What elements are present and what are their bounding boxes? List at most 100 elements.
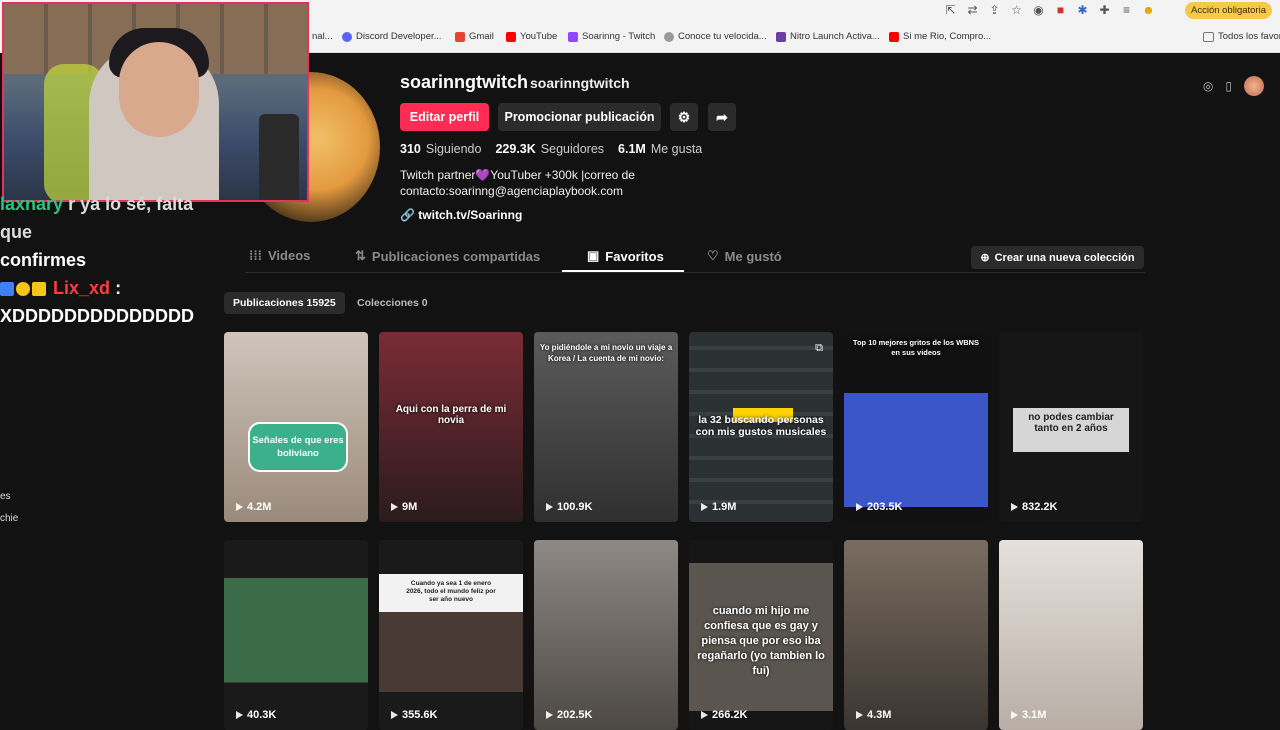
heart-icon: ♡ xyxy=(707,248,719,263)
following-stat[interactable]: 310 Siguiendo xyxy=(400,142,481,156)
extension-icon[interactable]: ◉ xyxy=(1032,3,1045,17)
sidebar-fragment-1: es xyxy=(0,491,11,502)
view-count: 832.2K xyxy=(1011,501,1057,513)
likes-stat: 6.1M Me gusta xyxy=(618,142,703,156)
video-caption: Yo pidiéndole a mi novio un viaje a Kore… xyxy=(539,343,673,363)
link-icon: 🔗 xyxy=(400,208,415,222)
plus-circle-icon: ⊕ xyxy=(980,252,990,264)
bookmark-speedtest[interactable]: Conoce tu velocida... xyxy=(664,31,767,42)
view-count: 100.9K xyxy=(546,501,592,513)
webcam-person-head xyxy=(119,42,199,137)
view-count: 3.1M xyxy=(1011,709,1046,721)
chat-username-fragment: laxnary xyxy=(0,194,64,214)
multi-image-icon: ⧉ xyxy=(815,342,823,354)
gmail-icon xyxy=(455,31,465,42)
profile-handle: soarinngtwitch xyxy=(530,75,630,91)
tab-liked[interactable]: ♡ Me gustó xyxy=(707,248,782,264)
user-avatar[interactable] xyxy=(1244,76,1264,96)
share-icon[interactable]: ⇪ xyxy=(988,3,1001,17)
video-caption: Top 10 mejores gritos de los WBNS en sus… xyxy=(852,338,980,357)
play-icon xyxy=(856,711,863,719)
chat-message-1-cont: confirmes xyxy=(0,250,87,270)
view-count: 355.6K xyxy=(391,709,437,721)
video-card[interactable]: Señales de que eres boliviano 4.2M xyxy=(224,332,368,522)
video-card[interactable]: Cuando ya sea 1 de enero 2026, todo el m… xyxy=(379,540,523,730)
play-icon xyxy=(546,711,553,719)
badge-icon xyxy=(0,282,14,297)
tab-favorites[interactable]: ▣ Favoritos xyxy=(587,248,664,264)
subtab-collections[interactable]: Colecciones 0 xyxy=(348,292,437,314)
badge-number-icon xyxy=(16,282,30,297)
play-icon xyxy=(236,711,243,719)
view-count: 266.2K xyxy=(701,709,747,721)
profile-icon[interactable]: ☻ xyxy=(1142,3,1155,17)
video-card[interactable]: no podes cambiar tanto en 2 años 832.2K xyxy=(999,332,1143,522)
media-icon[interactable]: ≡ xyxy=(1120,3,1133,17)
chat-username-2: Lix_xd xyxy=(53,278,111,298)
play-icon xyxy=(1011,503,1018,511)
profile-username: soarinngtwitch xyxy=(400,72,529,92)
tab-videos[interactable]: ⁞⁞⁞ Videos xyxy=(249,248,310,263)
view-count: 4.2M xyxy=(236,501,271,513)
webcam-microphone xyxy=(259,114,299,200)
star-icon[interactable]: ☆ xyxy=(1010,3,1023,17)
twitch-icon xyxy=(568,31,578,42)
action-required-button[interactable]: Acción obligatoria xyxy=(1185,2,1272,19)
grid-icon: ⁞⁞⁞ xyxy=(249,248,262,263)
video-card[interactable]: Yo pidiéndole a mi novio un viaje a Kore… xyxy=(534,332,678,522)
video-card[interactable]: la 32 buscando personas con mis gustos m… xyxy=(689,332,833,522)
edit-profile-button[interactable]: Editar perfil xyxy=(400,103,489,131)
profile-link[interactable]: 🔗 twitch.tv/Soarinng xyxy=(400,208,522,222)
extension-blue-icon[interactable]: ✱ xyxy=(1076,3,1089,17)
puzzle-icon[interactable]: ✚ xyxy=(1098,3,1111,17)
stream-chat-overlay: laxnary r ya lo sé, falta que confirmes … xyxy=(0,190,230,330)
video-card[interactable]: Top 10 mejores gritos de los WBNS en sus… xyxy=(844,332,988,522)
mobile-icon[interactable]: ▯ xyxy=(1225,79,1232,93)
followers-stat[interactable]: 229.3K Seguidores xyxy=(495,142,604,156)
repost-icon: ⇅ xyxy=(355,248,366,263)
bookmark-all-favorites[interactable]: Todos los favori xyxy=(1203,31,1280,42)
video-caption: no podes cambiar tanto en 2 años xyxy=(1013,408,1129,452)
tab-reposts[interactable]: ⇅ Publicaciones compartidas xyxy=(355,248,540,264)
play-icon xyxy=(701,711,708,719)
youtube-icon xyxy=(889,31,899,42)
bookmark-youtube[interactable]: YouTube xyxy=(506,31,557,42)
video-caption: cuando mi hijo me confiesa que es gay y … xyxy=(697,605,825,677)
video-card[interactable]: 3.1M xyxy=(999,540,1143,730)
install-icon[interactable]: ⇱ xyxy=(944,3,957,17)
view-count: 40.3K xyxy=(236,709,276,721)
promote-post-button[interactable]: Promocionar publicación xyxy=(498,103,661,131)
bookmark-twitch[interactable]: Soarinng - Twitch xyxy=(568,31,655,42)
video-caption: Aqui con la perra de mi novia xyxy=(395,404,507,426)
view-count: 203.5K xyxy=(856,501,902,513)
video-card[interactable]: cuando mi hijo me confiesa que es gay y … xyxy=(689,540,833,730)
chat-line-2: Lix_xd : xyxy=(0,274,230,302)
video-card[interactable]: 4.3M xyxy=(844,540,988,730)
profile-stats: 310 Siguiendo 229.3K Seguidores 6.1M Me gus… xyxy=(400,142,702,156)
video-card[interactable]: Aqui con la perra de mi novia 9M xyxy=(379,332,523,522)
play-icon xyxy=(856,503,863,511)
extension-red-icon[interactable]: ■ xyxy=(1054,3,1067,17)
share-profile-icon[interactable]: ➦ xyxy=(708,103,736,131)
view-count: 202.5K xyxy=(546,709,592,721)
active-tab-indicator xyxy=(562,270,684,272)
bookmark-youtube-2[interactable]: Si me Rio, Compro... xyxy=(889,31,991,42)
video-card[interactable]: 202.5K xyxy=(534,540,678,730)
video-caption: la 32 buscando personas con mis gustos m… xyxy=(695,414,827,438)
bookmark-nitro[interactable]: Nitro Launch Activa... xyxy=(776,31,880,42)
play-icon xyxy=(546,503,553,511)
compass-icon[interactable]: ◎ xyxy=(1203,79,1213,93)
bookmark-gmail[interactable]: Gmail xyxy=(455,31,494,42)
browser-toolbar-icons: ⇱ ⇄ ⇪ ☆ ◉ ■ ✱ ✚ ≡ ☻ xyxy=(944,3,1155,17)
new-collection-button[interactable]: ⊕ Crear una nueva colección xyxy=(971,246,1144,269)
translate-icon[interactable]: ⇄ xyxy=(966,3,979,17)
video-card[interactable]: 40.3K xyxy=(224,540,368,730)
top-right-controls: ◎ ▯ xyxy=(1203,76,1264,96)
settings-gear-icon[interactable]: ⚙ xyxy=(670,103,698,131)
bookmark-discord[interactable]: Discord Developer... xyxy=(342,31,442,42)
play-icon xyxy=(391,711,398,719)
subtab-posts[interactable]: Publicaciones 15925 xyxy=(224,292,345,314)
play-icon xyxy=(391,503,398,511)
bookmark-item[interactable]: nal... xyxy=(312,31,333,42)
bookmark-icon: ▣ xyxy=(587,248,600,263)
